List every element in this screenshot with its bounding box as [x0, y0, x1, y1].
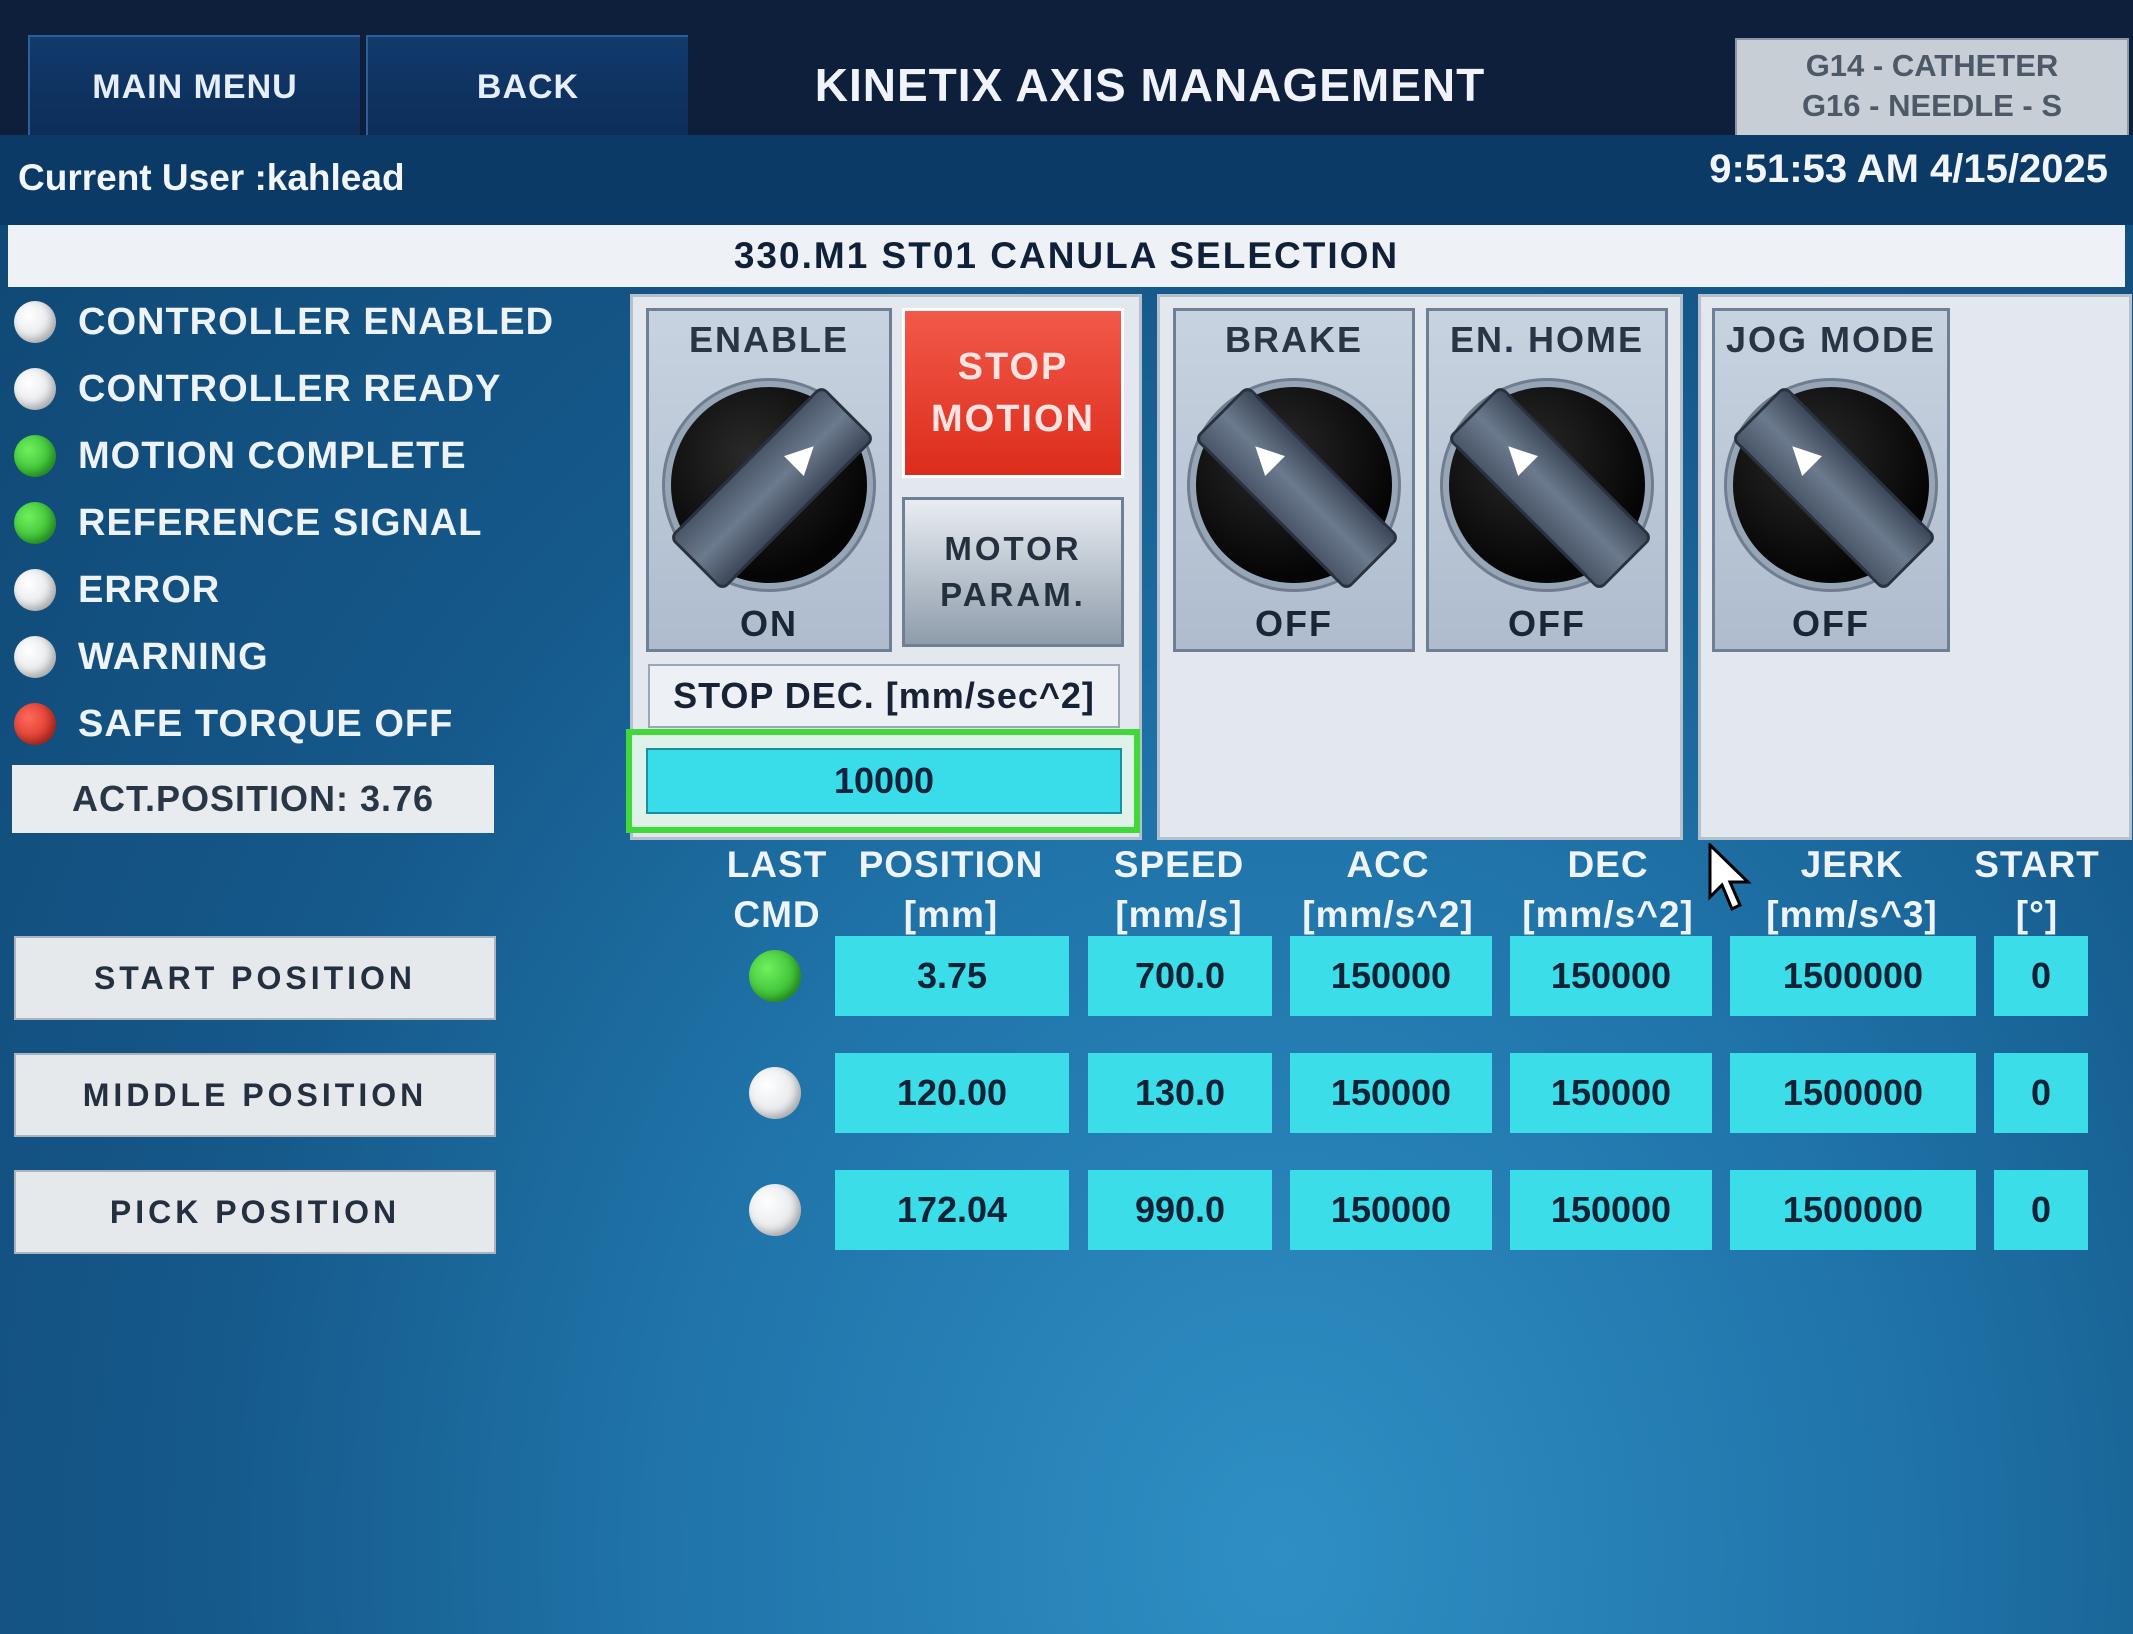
dec-field[interactable]: 150000	[1510, 1170, 1712, 1250]
jerk-field[interactable]: 1500000	[1730, 1053, 1976, 1133]
status-label: ERROR	[78, 568, 221, 611]
status-led	[14, 502, 56, 544]
position-field[interactable]: 3.75	[835, 936, 1069, 1016]
pick-position-button[interactable]: PICK POSITION	[14, 1170, 496, 1254]
acc-field[interactable]: 150000	[1290, 1170, 1492, 1250]
recipe-line-1: G14 - CATHETER	[1805, 48, 2059, 83]
enable-selector-state: ON	[740, 603, 798, 644]
date-time: 9:51:53 AM 4/15/2025	[1709, 147, 2108, 191]
selector-knob-icon	[1730, 384, 1938, 592]
selector-knob-icon	[668, 384, 876, 592]
column-header-position: POSITION [mm]	[858, 844, 1044, 935]
stop-motion-button[interactable]: STOP MOTION	[902, 308, 1124, 478]
status-controller-ready: CONTROLLER READY	[14, 361, 501, 417]
main-menu-button[interactable]: MAIN MENU	[28, 35, 360, 137]
last-cmd-indicator	[749, 1184, 801, 1236]
enable-home-selector-title: EN. HOME	[1449, 319, 1644, 360]
stop-dec-input[interactable]: 10000	[646, 748, 1122, 814]
column-header-acc: ACC [mm/s^2]	[1302, 844, 1474, 935]
enable-selector[interactable]: ENABLE ON	[646, 308, 892, 652]
acc-field[interactable]: 150000	[1290, 1053, 1492, 1133]
jog-mode-selector-state: OFF	[1792, 603, 1870, 644]
status-led	[14, 435, 56, 477]
mouse-pointer-icon	[1708, 843, 1752, 912]
position-field[interactable]: 120.00	[835, 1053, 1069, 1133]
status-label: SAFE TORQUE OFF	[78, 702, 454, 745]
status-warning: WARNING	[14, 629, 269, 685]
enable-home-selector-state: OFF	[1508, 603, 1586, 644]
dec-field[interactable]: 150000	[1510, 936, 1712, 1016]
speed-field[interactable]: 130.0	[1088, 1053, 1272, 1133]
recipe-indicator: G14 - CATHETER G16 - NEEDLE - S	[1735, 38, 2129, 140]
start-position-button[interactable]: START POSITION	[14, 936, 496, 1020]
motor-param-line-2: PARAM.	[940, 576, 1086, 613]
stop-motion-line-1: STOP	[957, 346, 1069, 388]
current-user: Current User :kahlead	[18, 157, 405, 198]
speed-field[interactable]: 990.0	[1088, 1170, 1272, 1250]
motor-param-line-1: MOTOR	[944, 530, 1082, 567]
column-header-last-cmd: LAST CMD	[726, 844, 828, 935]
user-bar: Current User :kahlead 9:51:53 AM 4/15/20…	[0, 135, 2133, 225]
status-label: CONTROLLER ENABLED	[78, 300, 555, 343]
stop-motion-line-2: MOTION	[931, 398, 1095, 440]
status-label: MOTION COMPLETE	[78, 434, 467, 477]
acc-field[interactable]: 150000	[1290, 936, 1492, 1016]
station-title: 330.M1 ST01 CANULA SELECTION	[8, 225, 2125, 287]
jog-mode-selector-title: JOG MODE	[1725, 319, 1937, 360]
stop-dec-label: STOP DEC. [mm/sec^2]	[648, 664, 1120, 728]
status-led	[14, 569, 56, 611]
column-header-jerk: JERK [mm/s^3]	[1766, 844, 1938, 935]
start-field[interactable]: 0	[1994, 936, 2088, 1016]
jerk-field[interactable]: 1500000	[1730, 1170, 1976, 1250]
status-label: WARNING	[78, 635, 269, 678]
brake-selector-state: OFF	[1255, 603, 1333, 644]
middle-position-button[interactable]: MIDDLE POSITION	[14, 1053, 496, 1137]
status-safe-torque-off: SAFE TORQUE OFF	[14, 696, 453, 752]
title-bar: MAIN MENU BACK KINETIX AXIS MANAGEMENT G…	[0, 0, 2133, 140]
dec-field[interactable]: 150000	[1510, 1053, 1712, 1133]
status-label: REFERENCE SIGNAL	[78, 501, 483, 544]
start-field[interactable]: 0	[1994, 1053, 2088, 1133]
actual-position-display: ACT.POSITION: 3.76	[12, 765, 494, 833]
status-motion-complete: MOTION COMPLETE	[14, 428, 467, 484]
status-controller-enabled: CONTROLLER ENABLED	[14, 294, 554, 350]
selector-knob-icon	[1193, 384, 1401, 592]
status-led	[14, 301, 56, 343]
status-error: ERROR	[14, 562, 220, 618]
brake-selector-title: BRAKE	[1224, 319, 1363, 360]
brake-selector[interactable]: BRAKE OFF	[1173, 308, 1415, 652]
status-led	[14, 703, 56, 745]
speed-field[interactable]: 700.0	[1088, 936, 1272, 1016]
status-label: CONTROLLER READY	[78, 367, 502, 410]
jerk-field[interactable]: 1500000	[1730, 936, 1976, 1016]
status-led	[14, 636, 56, 678]
column-header-start: START [°]	[1974, 844, 2100, 935]
last-cmd-indicator	[749, 1067, 801, 1119]
selector-knob-icon	[1446, 384, 1654, 592]
jog-mode-selector[interactable]: JOG MODE OFF	[1712, 308, 1950, 652]
enable-home-selector[interactable]: EN. HOME OFF	[1426, 308, 1668, 652]
status-led	[14, 368, 56, 410]
page-title: KINETIX AXIS MANAGEMENT	[814, 59, 1486, 111]
status-reference-signal: REFERENCE SIGNAL	[14, 495, 482, 551]
enable-selector-title: ENABLE	[688, 319, 849, 360]
column-header-dec: DEC [mm/s^2]	[1522, 844, 1694, 935]
motor-param-button[interactable]: MOTOR PARAM.	[902, 497, 1124, 647]
last-cmd-indicator	[749, 950, 801, 1002]
column-header-speed: SPEED [mm/s]	[1113, 844, 1245, 935]
position-field[interactable]: 172.04	[835, 1170, 1069, 1250]
back-button[interactable]: BACK	[366, 35, 688, 137]
start-field[interactable]: 0	[1994, 1170, 2088, 1250]
recipe-line-2: G16 - NEEDLE - S	[1801, 88, 2063, 123]
